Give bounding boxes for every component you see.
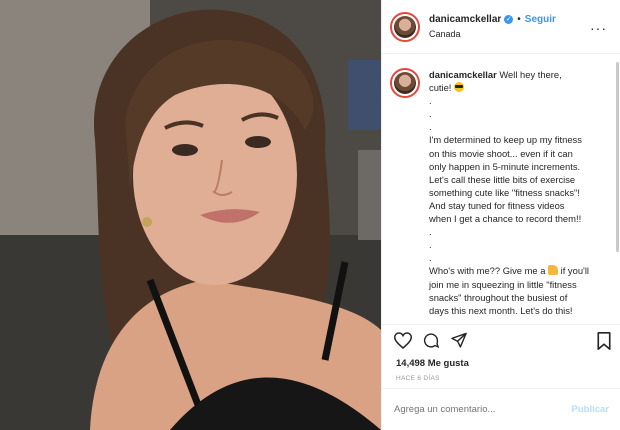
post-timestamp[interactable]: HACE 6 DÍAS: [396, 375, 440, 382]
bookmark-icon[interactable]: [597, 332, 611, 350]
heart-icon[interactable]: [394, 332, 412, 349]
thumbs-up-emoji-icon: [548, 265, 559, 276]
share-icon[interactable]: [450, 332, 468, 349]
portrait-illustration: [0, 0, 381, 430]
comment-box: Publicar: [382, 388, 620, 430]
sunglasses-emoji-icon: [454, 82, 465, 93]
verified-badge-icon: ✓: [504, 15, 514, 24]
comment-input[interactable]: [394, 404, 572, 415]
caption-username[interactable]: danicamckellar: [429, 69, 497, 80]
post-photo[interactable]: [0, 0, 381, 430]
ellipsis-icon[interactable]: ···: [590, 20, 607, 36]
caption-scrollbar[interactable]: [616, 62, 619, 252]
post-side-panel: danicamckellar ✓ • Seguir Canada ··· dan…: [381, 0, 620, 430]
location-link[interactable]: Canada: [429, 27, 556, 41]
avatar[interactable]: [390, 11, 420, 42]
post-header: danicamckellar ✓ • Seguir Canada ···: [382, 0, 620, 54]
follow-button[interactable]: Seguir: [525, 13, 556, 27]
caption-area: danicamckellar Well hey there, cutie! . …: [382, 58, 620, 324]
publish-button[interactable]: Publicar: [572, 404, 610, 415]
likes-count[interactable]: 14,498 Me gusta: [396, 358, 469, 369]
caption-text: danicamckellar Well hey there, cutie! . …: [429, 69, 590, 316]
caption-avatar[interactable]: [390, 68, 420, 98]
comment-icon[interactable]: [422, 332, 440, 349]
username-link[interactable]: danicamckellar: [429, 13, 501, 27]
separator-dot: •: [517, 13, 521, 25]
